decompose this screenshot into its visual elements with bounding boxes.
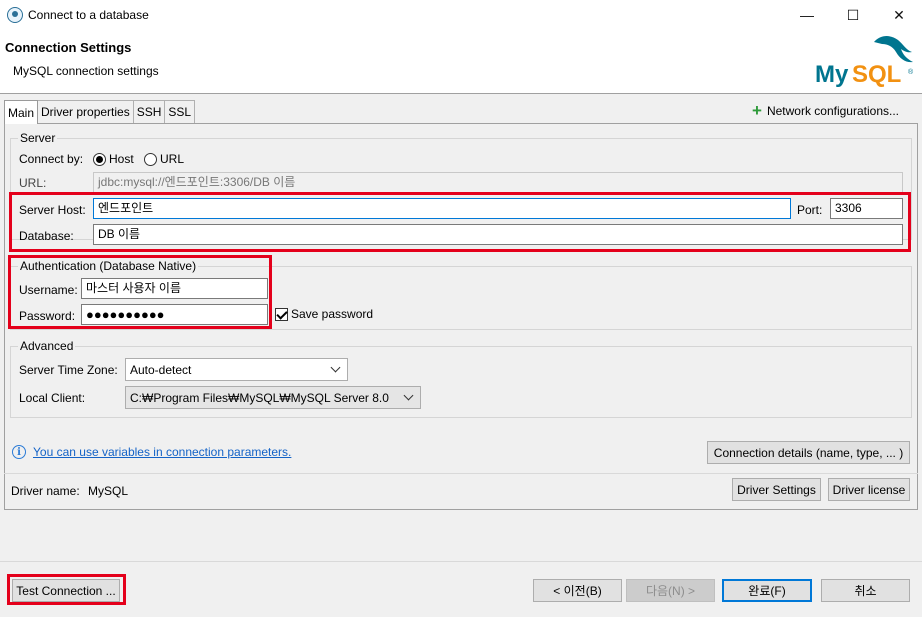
radio-url-label: URL	[160, 152, 185, 166]
mysql-logo-my: My	[815, 61, 849, 88]
server-host-label: Server Host:	[19, 203, 86, 217]
maximize-button[interactable]: ☐	[830, 0, 876, 30]
variables-info: i You can use variables in connection pa…	[12, 445, 291, 459]
connect-by-label: Connect by:	[19, 152, 84, 166]
server-legend: Server	[18, 131, 58, 145]
divider	[4, 473, 918, 474]
dialog-header: Connection Settings MySQL connection set…	[0, 30, 922, 94]
url-input[interactable]: jdbc:mysql://엔드포인트:3306/DB 이름	[93, 172, 903, 193]
close-button[interactable]: ✕	[876, 0, 922, 30]
tab-bar: Main Driver properties SSH SSL	[4, 100, 196, 124]
chevron-down-icon	[330, 362, 341, 373]
info-icon: i	[12, 445, 26, 459]
save-password-checkbox[interactable]: Save password	[275, 307, 373, 321]
back-button[interactable]: < 이전(B)	[533, 579, 622, 602]
save-password-label: Save password	[291, 307, 374, 321]
username-label: Username:	[19, 283, 78, 297]
database-label: Database:	[19, 229, 74, 243]
minimize-button[interactable]: —	[784, 0, 830, 30]
chevron-down-icon	[403, 390, 414, 401]
local-client-value: C:₩Program Files₩MySQL₩MySQL Server 8.0	[130, 390, 389, 405]
driver-settings-button[interactable]: Driver Settings	[732, 478, 821, 501]
variables-help-link[interactable]: You can use variables in connection para…	[33, 445, 291, 459]
mysql-logo-registered: ®	[908, 68, 914, 76]
dbeaver-app-icon	[7, 7, 23, 23]
tab-driver-properties[interactable]: Driver properties	[37, 100, 134, 123]
tab-main[interactable]: Main	[4, 100, 39, 124]
radio-host-label: Host	[109, 152, 134, 166]
next-button[interactable]: 다음(N) >	[626, 579, 715, 602]
server-timezone-label: Server Time Zone:	[19, 363, 118, 377]
radio-host[interactable]: Host	[93, 152, 134, 166]
driver-license-button[interactable]: Driver license	[828, 478, 910, 501]
local-client-select[interactable]: C:₩Program Files₩MySQL₩MySQL Server 8.0	[125, 386, 421, 409]
finish-button[interactable]: 완료(F)	[722, 579, 812, 602]
radio-host-indicator	[93, 152, 106, 166]
port-input[interactable]: 3306	[830, 198, 903, 219]
advanced-legend: Advanced	[18, 339, 76, 353]
footer-divider	[0, 561, 922, 562]
mysql-logo: My SQL ®	[815, 36, 914, 88]
network-configurations-button[interactable]: + Network configurations...	[752, 101, 899, 120]
database-input[interactable]: DB 이름	[93, 224, 903, 245]
plus-icon: +	[752, 101, 762, 120]
tab-ssl[interactable]: SSL	[164, 100, 196, 123]
connection-details-button[interactable]: Connection details (name, type, ... )	[707, 441, 910, 464]
url-label: URL:	[19, 176, 47, 190]
password-label: Password:	[19, 309, 76, 323]
driver-name-label: Driver name:	[11, 484, 80, 498]
page-title: Connection Settings	[5, 40, 132, 55]
title-bar: Connect to a database — ☐ ✕	[0, 0, 922, 30]
cancel-button[interactable]: 취소	[821, 579, 910, 602]
window-title: Connect to a database	[28, 8, 149, 22]
tab-ssh[interactable]: SSH	[132, 100, 166, 123]
authentication-legend: Authentication (Database Native)	[18, 259, 199, 273]
server-host-input[interactable]: 엔드포인트	[93, 198, 791, 219]
driver-name-value: MySQL	[88, 484, 129, 498]
port-label: Port:	[797, 203, 823, 217]
server-timezone-value: Auto-detect	[130, 362, 192, 377]
test-connection-button[interactable]: Test Connection ...	[12, 579, 120, 602]
radio-url-indicator	[144, 152, 157, 166]
local-client-label: Local Client:	[19, 391, 86, 405]
network-configurations-label: Network configurations...	[766, 104, 899, 118]
password-input[interactable]: ●●●●●●●●●●	[81, 304, 268, 325]
page-subtitle: MySQL connection settings	[13, 64, 159, 78]
username-input[interactable]: 마스터 사용자 이름	[81, 278, 268, 299]
radio-url[interactable]: URL	[144, 152, 184, 166]
save-password-check-indicator	[275, 307, 288, 321]
mysql-logo-sql: SQL	[852, 61, 901, 88]
server-timezone-select[interactable]: Auto-detect	[125, 358, 348, 381]
